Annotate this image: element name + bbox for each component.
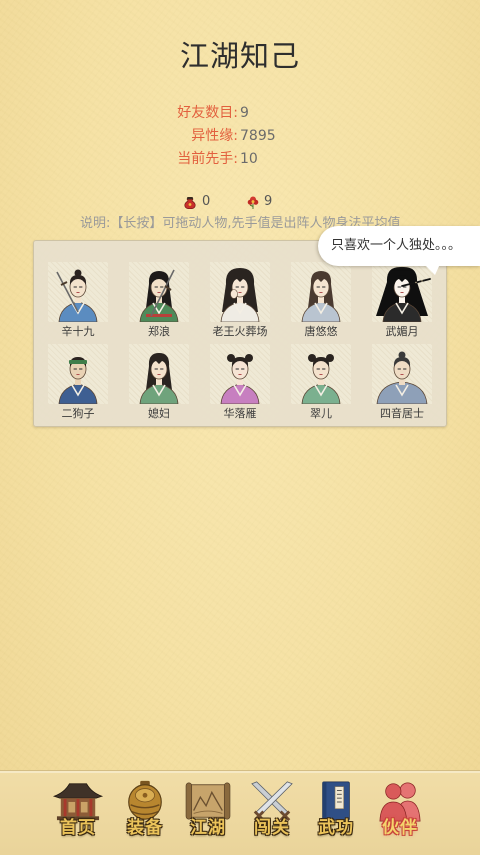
character-portrait xyxy=(291,262,351,322)
nav-label: 首页 xyxy=(60,818,96,838)
character-portrait xyxy=(48,344,108,404)
stat-friend-count: 好友数目: 9 xyxy=(0,104,480,122)
portrait-hair-bun xyxy=(308,354,316,362)
character-portrait xyxy=(372,262,432,322)
companion-card[interactable]: 媳妇 xyxy=(129,344,189,426)
portrait-robe xyxy=(376,381,428,404)
character-portrait-art xyxy=(220,268,260,322)
portrait-hair-bun xyxy=(326,354,334,362)
character-portrait-art xyxy=(220,354,260,404)
character-name: 媳妇 xyxy=(148,407,170,420)
character-portrait-art xyxy=(58,357,98,404)
companion-card[interactable]: 武媚月 xyxy=(372,262,432,344)
character-portrait xyxy=(48,262,108,322)
companion-card[interactable]: 郑浪 xyxy=(129,262,189,344)
character-name: 翠儿 xyxy=(310,407,332,420)
stat-value: 7895 xyxy=(240,128,276,144)
stat-value: 9 xyxy=(240,105,249,121)
character-portrait-art xyxy=(301,354,341,404)
character-name: 郑浪 xyxy=(148,325,170,338)
stat-label: 异性缘: xyxy=(191,128,238,144)
stat-value: 10 xyxy=(240,151,258,167)
nav-label: 武功 xyxy=(318,818,354,838)
character-portrait xyxy=(372,344,432,404)
character-portrait-art xyxy=(56,269,98,322)
portrait-hair-bun xyxy=(227,354,235,362)
companion-card[interactable]: 二狗子 xyxy=(48,344,108,426)
character-name: 华落雁 xyxy=(223,407,257,420)
flower-count: 9 xyxy=(264,194,273,209)
bottom-nav: 首页 装备 江湖 闯关 武功 伙伴 xyxy=(0,770,480,855)
character-portrait xyxy=(129,344,189,404)
pouch-count: 0 xyxy=(202,194,211,209)
character-name: 老王火葬场 xyxy=(212,325,268,338)
character-portrait-art xyxy=(376,266,431,322)
character-name: 辛十九 xyxy=(61,325,95,338)
portrait-topknot xyxy=(398,351,406,359)
nav-label: 江湖 xyxy=(190,818,226,838)
companion-panel: 辛十九 郑浪 老王火葬场 唐悠悠 武媚月 二狗子 媳妇 华落雁 翠儿 四音居士 xyxy=(33,240,447,427)
nav-label: 装备 xyxy=(127,818,163,838)
character-name: 武媚月 xyxy=(385,325,419,338)
nav-label: 闯关 xyxy=(254,818,290,838)
portrait-hair-bun xyxy=(245,354,253,362)
character-portrait xyxy=(210,262,270,322)
stat-label: 好友数目: xyxy=(177,105,238,121)
character-name: 唐悠悠 xyxy=(304,325,338,338)
red-flower-icon xyxy=(247,196,259,209)
character-name: 四音居士 xyxy=(380,407,424,420)
speech-bubble-text: 只喜欢一个人独处。。。 xyxy=(331,238,462,253)
companion-card[interactable]: 翠儿 xyxy=(291,344,351,426)
nav-challenge[interactable]: 闯关 xyxy=(242,777,302,853)
character-portrait xyxy=(129,262,189,322)
red-pouch-icon xyxy=(184,197,196,209)
stat-charm: 异性缘: 7895 xyxy=(0,127,480,145)
nav-label: 伙伴 xyxy=(382,818,418,838)
companion-grid: 辛十九 郑浪 老王火葬场 唐悠悠 武媚月 二狗子 媳妇 华落雁 翠儿 四音居士 xyxy=(48,262,432,426)
nav-home[interactable]: 首页 xyxy=(48,777,108,853)
character-portrait xyxy=(291,344,351,404)
portrait-sash xyxy=(146,314,172,317)
portrait-topknot xyxy=(74,269,82,277)
companion-card[interactable]: 四音居士 xyxy=(372,344,432,426)
companion-card[interactable]: 辛十九 xyxy=(48,262,108,344)
portrait-hand xyxy=(230,289,238,299)
speech-bubble: 只喜欢一个人独处。。。 xyxy=(318,226,480,266)
companion-card[interactable]: 华落雁 xyxy=(210,344,270,426)
nav-martial-arts[interactable]: 武功 xyxy=(306,777,366,853)
stat-label: 当前先手: xyxy=(177,151,238,167)
character-portrait-art xyxy=(301,271,341,322)
portrait-headband xyxy=(69,360,87,364)
nav-equipment[interactable]: 装备 xyxy=(115,777,175,853)
page-title: 江湖知己 xyxy=(179,39,300,73)
character-portrait-art xyxy=(139,353,179,404)
companion-card[interactable]: 老王火葬场 xyxy=(210,262,270,344)
speech-bubble-tail xyxy=(424,264,440,275)
companion-card[interactable]: 唐悠悠 xyxy=(291,262,351,344)
character-portrait-art xyxy=(139,269,179,322)
nav-jianghu[interactable]: 江湖 xyxy=(178,777,238,853)
character-portrait xyxy=(210,344,270,404)
character-name: 二狗子 xyxy=(61,407,95,420)
character-portrait-art xyxy=(376,351,428,404)
stat-initiative: 当前先手: 10 xyxy=(0,150,480,168)
nav-companions[interactable]: 伙伴 xyxy=(370,777,430,853)
